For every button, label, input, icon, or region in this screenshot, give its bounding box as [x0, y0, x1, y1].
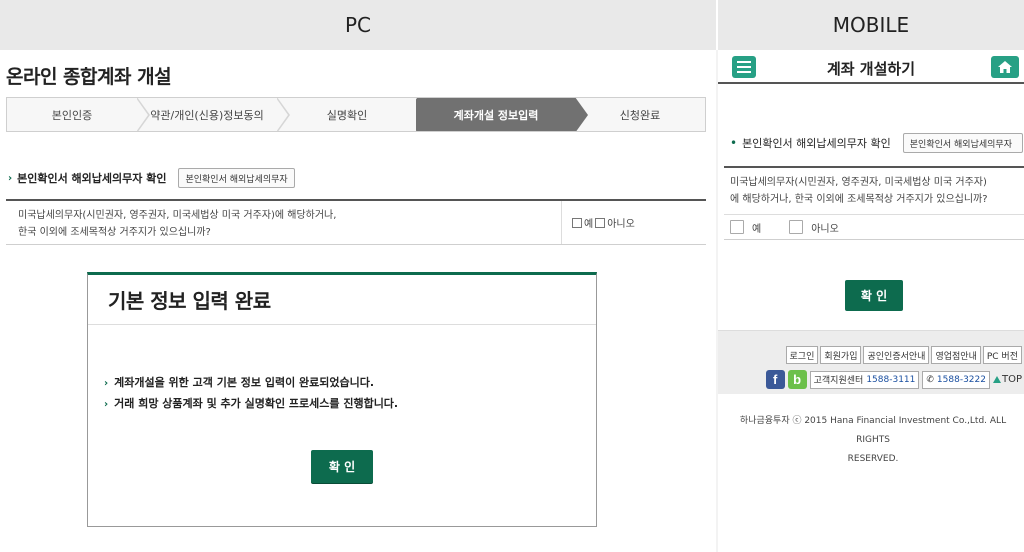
mobile-tax-confirm-button[interactable]: 본인확인서 해외납세의무자: [902, 133, 1023, 153]
modal-message-item: › 계좌개설을 위한 고객 기본 정보 입력이 완료되었습니다.: [104, 376, 375, 389]
pc-header-label: PC: [0, 0, 716, 50]
blog-icon[interactable]: b: [787, 370, 807, 389]
tax-question-table: 미국납세의무자(시민권자, 영주권자, 미국세법상 미국 거주자)에 해당하거나…: [6, 199, 706, 245]
mobile-tax-question-options: 예 아니오: [724, 215, 1024, 239]
bullet-icon: •: [730, 136, 738, 150]
mobile-top-bar: 계좌 개설하기: [718, 50, 1024, 84]
mobile-ok-button[interactable]: 확 인: [845, 280, 903, 311]
footer-links: 로그인 회원가입 공인인증서안내 영업점안내 PC 버전: [785, 346, 1022, 364]
tax-question-options: 예 아니오: [562, 201, 706, 244]
signup-link[interactable]: 회원가입: [820, 346, 862, 364]
copyright: 하나금융투자 ⓒ 2015 Hana Financial Investment …: [739, 416, 1007, 464]
progress-steps: 본인인증 약관/개인(신용)정보동의 실명확인 계좌개설 정보입력 신청완료: [6, 97, 706, 132]
mobile-page-title: 계좌 개설하기: [826, 60, 916, 78]
tax-confirm-button[interactable]: 본인확인서 해외납세의무자: [178, 168, 295, 188]
facebook-icon[interactable]: f: [765, 370, 785, 389]
pc-version-link[interactable]: PC 버전: [982, 346, 1022, 364]
info-complete-modal: 기본 정보 입력 완료 › 계좌개설을 위한 고객 기본 정보 입력이 완료되었습…: [87, 272, 597, 527]
hamburger-menu-icon[interactable]: [732, 56, 756, 78]
mobile-footer: 로그인 회원가입 공인인증서안내 영업점안내 PC 버전 f b 고객지원센터 1…: [718, 330, 1024, 394]
modal-ok-button[interactable]: 확 인: [311, 450, 373, 483]
mobile-tax-question-text: 미국납세의무자(시민권자, 영주권자, 미국세법상 미국 거주자) 에 해당하거…: [724, 168, 1024, 215]
login-link[interactable]: 로그인: [785, 346, 819, 364]
step-account-info-active: 계좌개설 정보입력: [417, 98, 588, 131]
step-complete: 신청완료: [619, 108, 661, 122]
modal-message-item: › 거래 희망 상품계좌 및 추가 실명확인 프로세스를 진행합니다.: [104, 397, 399, 410]
chevron-right-icon: ›: [104, 399, 109, 410]
modal-title: 기본 정보 입력 완료: [88, 275, 596, 325]
scroll-top-link[interactable]: TOP: [992, 374, 1022, 385]
page-title: 온라인 종합계좌 개설: [6, 66, 172, 88]
tax-question-text: 미국납세의무자(시민권자, 영주권자, 미국세법상 미국 거주자)에 해당하거나…: [6, 201, 562, 244]
modal-message-list: › 계좌개설을 위한 고객 기본 정보 입력이 완료되었습니다. › 거래 희망 상…: [104, 373, 398, 415]
phone-icon: ✆: [926, 374, 934, 385]
mobile-tax-confirm-label: 본인확인서 해외납세의무자 확인: [742, 137, 891, 150]
comparison-header: PC MOBILE: [0, 0, 1024, 50]
pc-panel: 온라인 종합계좌 개설 본인인증 약관/개인(신용)정보동의 실명확인 계좌개설…: [0, 50, 716, 552]
mobile-tax-question: 미국납세의무자(시민권자, 영주권자, 미국세법상 미국 거주자) 에 해당하거…: [724, 166, 1024, 240]
step-real-name-check: 실명확인: [277, 98, 430, 131]
mobile-panel: 계좌 개설하기 • 본인확인서 해외납세의무자 확인 본인확인서 해외납세의무자…: [718, 50, 1024, 552]
chevron-right-icon: ›: [8, 172, 13, 184]
certificate-info-link[interactable]: 공인인증서안내: [863, 346, 930, 364]
footer-support-row: f b 고객지원센터 1588-3111 ✆ 1588-3222 TOP: [765, 370, 1022, 389]
phone-link[interactable]: ✆ 1588-3222: [922, 370, 990, 389]
step-identity-verification: 본인인증: [7, 98, 150, 131]
yes-checkbox[interactable]: [730, 220, 744, 234]
arrow-up-icon: [992, 376, 1001, 383]
mobile-tax-confirm-row: • 본인확인서 해외납세의무자 확인 본인확인서 해외납세의무자: [730, 133, 1023, 153]
branch-info-link[interactable]: 영업점안내: [931, 346, 981, 364]
chevron-right-icon: ›: [104, 378, 109, 389]
tax-confirm-label: 본인확인서 해외납세의무자 확인: [17, 172, 167, 185]
tax-confirm-row: › 본인확인서 해외납세의무자 확인 본인확인서 해외납세의무자: [8, 168, 295, 188]
home-icon[interactable]: [991, 56, 1019, 78]
yes-checkbox[interactable]: [572, 217, 582, 228]
yes-label: 예: [584, 219, 594, 230]
mobile-no-option[interactable]: 아니오: [789, 220, 839, 235]
mobile-yes-option[interactable]: 예: [730, 220, 761, 235]
step-terms-agreement: 약관/개인(신용)정보동의: [137, 98, 290, 131]
mobile-header-label: MOBILE: [718, 0, 1024, 50]
no-label: 아니오: [607, 219, 635, 230]
support-center-link[interactable]: 고객지원센터 1588-3111: [809, 370, 920, 389]
no-checkbox[interactable]: [789, 220, 804, 234]
no-checkbox[interactable]: [595, 217, 606, 228]
